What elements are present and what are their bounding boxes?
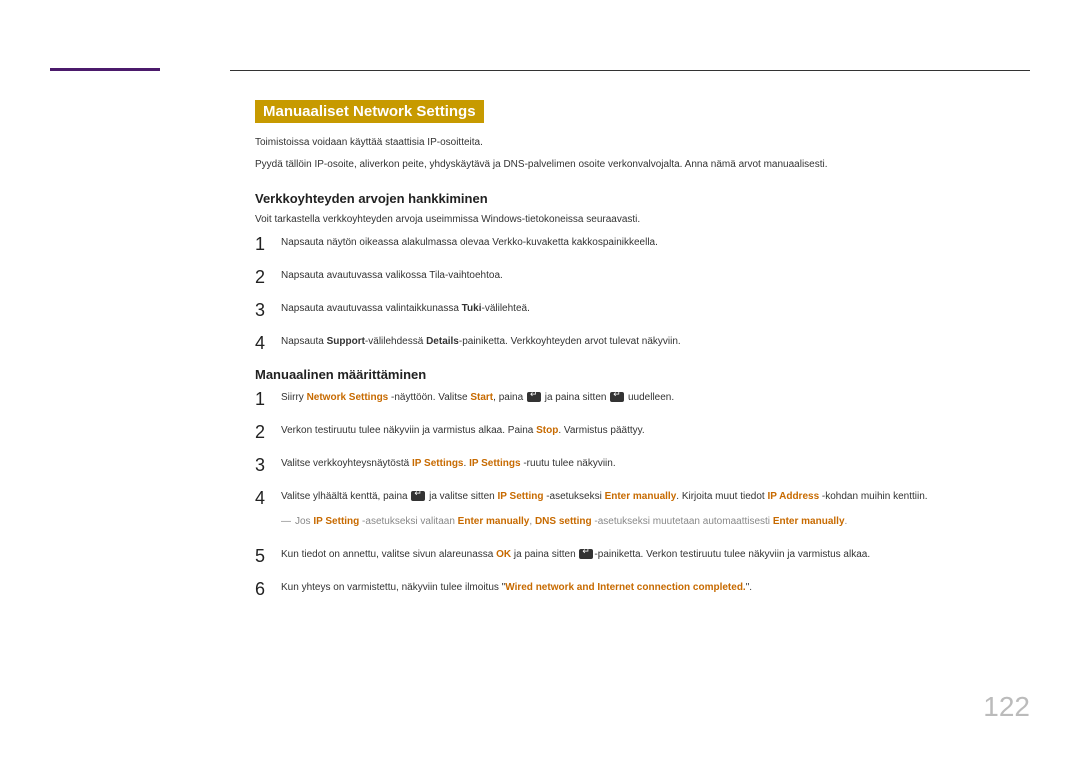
orange-completed: Wired network and Internet connection co…	[505, 582, 746, 593]
text: Napsauta	[281, 336, 327, 347]
orange-enter-manually-note2: Enter manually	[773, 516, 845, 527]
text: uudelleen.	[625, 392, 674, 403]
step-2: Napsauta avautuvassa valikossa Tila-vaih…	[255, 268, 1030, 283]
bold-tuki: Tuki	[462, 303, 482, 314]
page-content: Manuaaliset Network Settings Toimistoiss…	[255, 100, 1030, 613]
step-3: Napsauta avautuvassa valintaikkunassa Tu…	[255, 301, 1030, 316]
text: -asetukseksi muutetaan automaattisesti	[592, 516, 773, 527]
text: . Kirjoita muut tiedot	[676, 491, 767, 502]
enter-icon	[527, 392, 541, 402]
text: -kohdan muihin kenttiin.	[819, 491, 927, 502]
enter-icon	[411, 491, 425, 501]
orange-enter-manually-note1: Enter manually	[458, 516, 530, 527]
bold-details: Details	[426, 336, 459, 347]
bold-support: Support	[327, 336, 365, 347]
mstep-2: Verkon testiruutu tulee näkyviin ja varm…	[255, 423, 1030, 438]
accent-bar	[50, 68, 160, 71]
text: -asetukseksi valitaan	[359, 516, 457, 527]
text: Napsauta avautuvassa valintaikkunassa	[281, 303, 462, 314]
text: .	[845, 516, 848, 527]
text: Valitse verkkoyhteysnäytöstä	[281, 458, 412, 469]
text: ja valitse sitten	[426, 491, 497, 502]
text: Kun tiedot on annettu, valitse sivun ala…	[281, 549, 496, 560]
text: . Varmistus päättyy.	[558, 425, 644, 436]
orange-dns-setting: DNS setting	[535, 516, 592, 527]
orange-ip-settings-2: IP Settings	[469, 458, 521, 469]
intro-1: Toimistoissa voidaan käyttää staattisia …	[255, 135, 1030, 151]
text: ja paina sitten	[542, 392, 609, 403]
step-4: Napsauta Support-välilehdessä Details-pa…	[255, 334, 1030, 349]
text: ".	[746, 582, 752, 593]
mstep-3: Valitse verkkoyhteysnäytöstä IP Settings…	[255, 456, 1030, 471]
text: , paina	[493, 392, 526, 403]
steps-manual: Siirry Network Settings -näyttöön. Valit…	[255, 390, 1030, 595]
orange-ip-setting-note: IP Setting	[313, 516, 359, 527]
text: -välilehdessä	[365, 336, 426, 347]
step-1: Napsauta näytön oikeassa alakulmassa ole…	[255, 235, 1030, 250]
mstep-1: Siirry Network Settings -näyttöön. Valit…	[255, 390, 1030, 405]
orange-start: Start	[470, 392, 493, 403]
orange-ok: OK	[496, 549, 511, 560]
orange-network-settings: Network Settings	[307, 392, 389, 403]
orange-stop: Stop	[536, 425, 558, 436]
text: -ruutu tulee näkyviin.	[521, 458, 616, 469]
orange-enter-manually-1: Enter manually	[605, 491, 677, 502]
steps-obtaining: Napsauta näytön oikeassa alakulmassa ole…	[255, 235, 1030, 349]
text: Kun yhteys on varmistettu, näkyviin tule…	[281, 582, 505, 593]
enter-icon	[579, 549, 593, 559]
text: -asetukseksi	[543, 491, 604, 502]
enter-icon	[610, 392, 624, 402]
sub1-intro: Voit tarkastella verkkoyhteyden arvoja u…	[255, 214, 1030, 225]
text: Siirry	[281, 392, 307, 403]
section-title: Manuaaliset Network Settings	[255, 100, 484, 123]
text: Valitse ylhäältä kenttä, paina	[281, 491, 410, 502]
orange-ip-address: IP Address	[767, 491, 819, 502]
intro-2: Pyydä tällöin IP-osoite, aliverkon peite…	[255, 157, 1030, 173]
page-number: 122	[983, 691, 1030, 723]
text: -näyttöön. Valitse	[388, 392, 470, 403]
mstep-6: Kun yhteys on varmistettu, näkyviin tule…	[255, 580, 1030, 595]
mstep-5: Kun tiedot on annettu, valitse sivun ala…	[255, 547, 1030, 562]
subhead-obtaining: Verkkoyhteyden arvojen hankkiminen	[255, 191, 1030, 206]
orange-ip-setting: IP Setting	[498, 491, 544, 502]
text: ja paina sitten	[511, 549, 578, 560]
text: -välilehteä.	[482, 303, 530, 314]
text: -painiketta. Verkon testiruutu tulee näk…	[594, 549, 870, 560]
mstep-4: Valitse ylhäältä kenttä, paina ja valits…	[255, 489, 1030, 529]
subhead-manual: Manuaalinen määrittäminen	[255, 367, 1030, 382]
text: -painiketta. Verkkoyhteyden arvot tuleva…	[459, 336, 681, 347]
text: Jos	[295, 516, 313, 527]
dash-icon: ―	[281, 516, 291, 527]
text: Verkon testiruutu tulee näkyviin ja varm…	[281, 425, 536, 436]
top-rule	[230, 70, 1030, 71]
orange-ip-settings-1: IP Settings	[412, 458, 464, 469]
note: ― Jos IP Setting -asetukseksi valitaan En…	[281, 514, 1030, 529]
